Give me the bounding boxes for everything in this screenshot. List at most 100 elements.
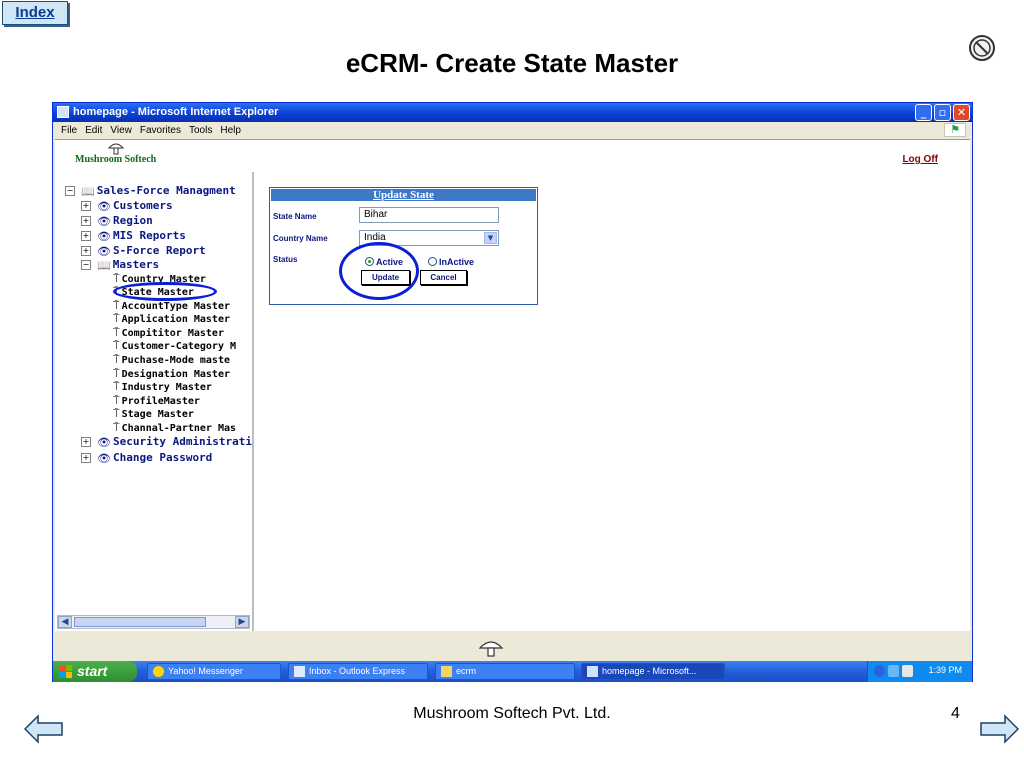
smiley-icon bbox=[153, 666, 164, 677]
status-inactive-radio[interactable]: InActive bbox=[428, 253, 474, 271]
eye-icon: 👁 bbox=[97, 229, 111, 243]
network-icon[interactable] bbox=[888, 665, 899, 677]
task-outlook-express[interactable]: Inbox - Outlook Express bbox=[288, 663, 428, 680]
status-bar bbox=[53, 631, 972, 661]
system-tray: 1:39 PM bbox=[867, 661, 972, 682]
tree-item-sforce-report[interactable]: + 👁 S-Force Report bbox=[81, 244, 206, 258]
expand-icon[interactable]: + bbox=[81, 201, 91, 211]
tree-item-masters[interactable]: − 📖 Masters bbox=[81, 258, 159, 272]
tree-item-puchase-mode[interactable]: ⍑ Puchase-Mode maste bbox=[113, 353, 230, 367]
taskbar-clock: 1:39 PM bbox=[928, 665, 962, 675]
menu-file[interactable]: File bbox=[61, 122, 77, 139]
restore-button[interactable]: ▫ bbox=[934, 104, 951, 121]
state-name-label: State Name bbox=[273, 212, 317, 221]
tree-item-industry-master[interactable]: ⍑ Industry Master bbox=[113, 380, 212, 394]
scroll-left-icon[interactable]: ◀ bbox=[58, 616, 72, 628]
pin-icon: ⍑ bbox=[113, 407, 120, 420]
book-icon: 📖 bbox=[97, 258, 111, 272]
window-titlebar[interactable]: homepage - Microsoft Internet Explorer _… bbox=[53, 103, 972, 122]
annotation-circle bbox=[113, 282, 217, 301]
eye-icon: 👁 bbox=[97, 214, 111, 228]
tray-arrow-icon[interactable] bbox=[874, 665, 885, 677]
no-entry-icon[interactable] bbox=[967, 33, 997, 63]
windows-logo-icon: ⚑ bbox=[944, 123, 966, 137]
tree-item-channal-partner[interactable]: ⍑ Channal-Partner Mas bbox=[113, 421, 236, 435]
ie-icon bbox=[57, 106, 69, 118]
menu-help[interactable]: Help bbox=[220, 122, 241, 139]
right-arrow-icon[interactable] bbox=[979, 714, 1019, 744]
tree-root[interactable]: − 📖 Sales-Force Managment bbox=[65, 184, 236, 198]
ie-icon bbox=[587, 666, 598, 677]
update-state-form: Update State State Name Bihar Country Na… bbox=[269, 187, 538, 305]
task-ecrm-folder[interactable]: ecrm bbox=[435, 663, 575, 680]
brand-name: Mushroom Softech bbox=[75, 154, 157, 165]
volume-icon[interactable] bbox=[902, 665, 913, 677]
page-content: Mushroom Softech Log Off − 📖 Sales-Force M… bbox=[55, 139, 970, 632]
radio-unchecked-icon[interactable] bbox=[428, 257, 437, 267]
horizontal-scrollbar[interactable]: ◀ ▶ bbox=[57, 615, 250, 629]
country-name-label: Country Name bbox=[273, 234, 328, 243]
tree-item-stage-master[interactable]: ⍑ Stage Master bbox=[113, 407, 194, 421]
logoff-link[interactable]: Log Off bbox=[902, 154, 938, 165]
task-homepage-ie[interactable]: homepage - Microsoft... bbox=[581, 663, 725, 680]
pin-icon: ⍑ bbox=[113, 421, 120, 434]
expand-icon[interactable]: + bbox=[81, 453, 91, 463]
tree-item-accounttype-master[interactable]: ⍑ AccountType Master bbox=[113, 299, 230, 313]
pin-icon: ⍑ bbox=[113, 312, 120, 325]
page-number: 4 bbox=[951, 705, 960, 722]
pin-icon: ⍑ bbox=[113, 339, 120, 352]
index-link[interactable]: Index bbox=[2, 1, 68, 25]
eye-icon: 👁 bbox=[97, 451, 111, 465]
tree-item-application-master[interactable]: ⍑ Application Master bbox=[113, 312, 230, 326]
taskbar: start Yahoo! Messenger Inbox - Outlook E… bbox=[53, 661, 972, 682]
expand-icon[interactable]: + bbox=[81, 246, 91, 256]
mail-icon bbox=[294, 666, 305, 677]
tree-item-compititor-master[interactable]: ⍑ Compititor Master bbox=[113, 326, 224, 340]
mushroom-icon bbox=[478, 641, 504, 657]
start-button[interactable]: start bbox=[53, 661, 137, 682]
tree-item-region[interactable]: + 👁 Region bbox=[81, 214, 153, 228]
close-button[interactable]: ✕ bbox=[953, 104, 970, 121]
pin-icon: ⍑ bbox=[113, 367, 120, 380]
pin-icon: ⍑ bbox=[113, 326, 120, 339]
tree-item-mis-reports[interactable]: + 👁 MIS Reports bbox=[81, 229, 186, 243]
footer-company: Mushroom Softech Pvt. Ltd. bbox=[413, 705, 611, 722]
tree-item-customers[interactable]: + 👁 Customers bbox=[81, 199, 173, 213]
state-name-input[interactable]: Bihar bbox=[359, 207, 499, 223]
pin-icon: ⍑ bbox=[113, 353, 120, 366]
pin-icon: ⍑ bbox=[113, 299, 120, 312]
pin-icon: ⍑ bbox=[113, 394, 120, 407]
eye-icon: 👁 bbox=[97, 244, 111, 258]
tree-item-designation-master[interactable]: ⍑ Designation Master bbox=[113, 367, 230, 381]
collapse-icon[interactable]: − bbox=[81, 260, 91, 270]
tree-item-customer-category[interactable]: ⍑ Customer-Category M bbox=[113, 339, 236, 353]
menu-favorites[interactable]: Favorites bbox=[140, 122, 181, 139]
slide-title: eCRM- Create State Master bbox=[345, 48, 679, 78]
pin-icon: ⍑ bbox=[113, 272, 120, 285]
mushroom-icon bbox=[107, 143, 125, 155]
annotation-circle bbox=[339, 242, 419, 300]
tree-item-security-administration[interactable]: + 👁 Security Administration bbox=[81, 435, 252, 449]
left-arrow-icon[interactable] bbox=[24, 714, 64, 744]
window-title: homepage - Microsoft Internet Explorer bbox=[73, 106, 279, 118]
expand-icon[interactable]: + bbox=[81, 437, 91, 447]
menu-bar: File Edit View Favorites Tools Help ⚑ bbox=[53, 122, 972, 139]
eye-icon: 👁 bbox=[97, 199, 111, 213]
status-label: Status bbox=[273, 255, 298, 264]
task-yahoo-messenger[interactable]: Yahoo! Messenger bbox=[147, 663, 281, 680]
form-title: Update State bbox=[271, 189, 536, 201]
chevron-down-icon[interactable]: ▼ bbox=[484, 232, 497, 244]
expand-icon[interactable]: + bbox=[81, 216, 91, 226]
menu-tools[interactable]: Tools bbox=[189, 122, 212, 139]
collapse-icon[interactable]: − bbox=[65, 186, 75, 196]
expand-icon[interactable]: + bbox=[81, 231, 91, 241]
scroll-right-icon[interactable]: ▶ bbox=[235, 616, 249, 628]
cancel-button[interactable]: Cancel bbox=[420, 270, 467, 285]
browser-window: homepage - Microsoft Internet Explorer _… bbox=[52, 102, 973, 682]
minimize-button[interactable]: _ bbox=[915, 104, 932, 121]
scrollbar-thumb[interactable] bbox=[74, 617, 206, 627]
menu-edit[interactable]: Edit bbox=[85, 122, 102, 139]
menu-view[interactable]: View bbox=[110, 122, 132, 139]
tree-item-change-password[interactable]: + 👁 Change Password bbox=[81, 451, 212, 465]
tree-item-profile-master[interactable]: ⍑ ProfileMaster bbox=[113, 394, 200, 408]
